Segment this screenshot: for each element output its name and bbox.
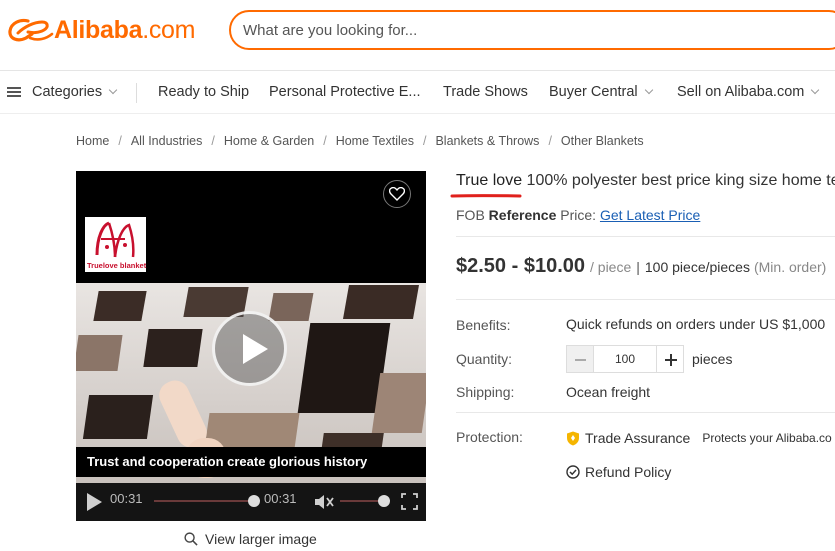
- divider: [456, 236, 835, 237]
- divider: [456, 412, 835, 413]
- fob-reference: Reference: [488, 207, 557, 223]
- trade-assurance-note: Protects your Alibaba.co: [702, 431, 832, 445]
- chevron-down-icon: [644, 85, 653, 95]
- favorite-button[interactable]: [383, 180, 411, 208]
- alibaba-logo-icon: [8, 18, 54, 41]
- main-nav: Categories Ready to Ship Personal Protec…: [0, 70, 835, 114]
- nav-sell-on-alibaba-label: Sell on Alibaba.com: [677, 84, 805, 100]
- breadcrumb-separator: /: [323, 134, 327, 148]
- progress-handle[interactable]: [248, 495, 260, 507]
- trade-assurance-shield-icon: [567, 431, 579, 445]
- price-range: $2.50 - $10.00: [456, 255, 585, 277]
- product-title-text: 100% polyester best price king size home…: [522, 172, 835, 189]
- nav-personal-protective-label: Personal Protective E...: [269, 84, 421, 100]
- decrease-quantity-button[interactable]: [566, 345, 594, 373]
- breadcrumb-item[interactable]: Home & Garden: [224, 134, 314, 148]
- shipping-value: Ocean freight: [566, 384, 651, 400]
- search-input[interactable]: [243, 19, 803, 41]
- check-circle-icon: [566, 465, 580, 479]
- price-row: $2.50 - $10.00 / piece | 100 piece/piece…: [456, 255, 826, 278]
- breadcrumb-item[interactable]: Other Blankets: [561, 134, 644, 148]
- quantity-label: Quantity:: [456, 351, 513, 367]
- protection-label: Protection:: [456, 429, 523, 445]
- nav-trade-shows[interactable]: Trade Shows: [443, 84, 528, 100]
- play-button[interactable]: [212, 311, 287, 386]
- magnifier-icon: [184, 532, 198, 546]
- nav-divider: [136, 83, 137, 103]
- min-order-note: (Min. order): [753, 259, 827, 275]
- breadcrumb-separator: /: [548, 134, 552, 148]
- fob-prefix: FOB: [456, 207, 489, 223]
- quantity-input[interactable]: [594, 345, 656, 373]
- price-unit: / piece: [590, 259, 632, 275]
- nav-personal-protective[interactable]: Personal Protective E...: [269, 84, 421, 100]
- trade-assurance[interactable]: Trade Assurance Protects your Alibaba.co: [566, 430, 832, 446]
- breadcrumb: Home / All Industries / Home & Garden / Hom…: [76, 134, 644, 148]
- breadcrumb-separator: /: [422, 134, 427, 148]
- nav-trade-shows-label: Trade Shows: [443, 84, 528, 100]
- video-controls: 00:31 00:31: [76, 483, 426, 521]
- list-menu-icon: [7, 87, 21, 97]
- logo-suffix-text: .com: [142, 16, 196, 44]
- breadcrumb-item[interactable]: Home: [76, 134, 109, 148]
- logo-brand-text: Alibaba: [54, 16, 143, 44]
- benefits-value: Quick refunds on orders under US $1,000: [566, 316, 826, 332]
- nav-ready-to-ship-label: Ready to Ship: [158, 84, 250, 100]
- product-video-player[interactable]: Truelove blanket Trust and cooperation c…: [76, 171, 426, 521]
- breadcrumb-separator: /: [118, 134, 122, 148]
- video-caption: Trust and cooperation create glorious hi…: [76, 447, 426, 477]
- total-time: 00:31: [264, 491, 297, 506]
- minus-icon: [575, 359, 586, 361]
- truelove-brand-logo: Truelove blanket: [85, 217, 146, 272]
- quantity-unit: pieces: [692, 351, 733, 367]
- chevron-down-icon: [811, 85, 820, 95]
- header: Alibaba.com: [0, 0, 835, 62]
- play-icon: [243, 334, 268, 364]
- benefits-label: Benefits:: [456, 317, 511, 333]
- progress-track[interactable]: [154, 500, 254, 502]
- nav-buyer-central[interactable]: Buyer Central: [549, 84, 653, 100]
- product-title: True love 100% polyester best price king…: [456, 172, 835, 190]
- logo-wordmark: Alibaba.com: [54, 16, 195, 45]
- breadcrumb-item[interactable]: All Industries: [131, 134, 203, 148]
- divider: [456, 299, 835, 300]
- breadcrumb-separator: /: [211, 134, 215, 148]
- breadcrumb-item[interactable]: Home Textiles: [336, 134, 414, 148]
- shipping-label: Shipping:: [456, 384, 515, 400]
- red-underline-annotation: [450, 194, 522, 198]
- refund-policy[interactable]: Refund Policy: [566, 464, 671, 480]
- nav-sell-on-alibaba[interactable]: Sell on Alibaba.com: [677, 84, 820, 100]
- refund-policy-label: Refund Policy: [585, 464, 672, 480]
- chevron-down-icon: [108, 85, 118, 95]
- breadcrumb-item[interactable]: Blankets & Throws: [435, 134, 539, 148]
- heart-icon: [389, 187, 405, 201]
- fob-price-line: FOB Reference Price: Get Latest Price: [456, 207, 700, 223]
- nav-ready-to-ship[interactable]: Ready to Ship: [158, 84, 249, 100]
- current-time: 00:31: [110, 491, 143, 506]
- quantity-stepper: [566, 345, 684, 373]
- nav-categories[interactable]: Categories: [7, 84, 118, 100]
- trade-assurance-label: Trade Assurance: [585, 430, 691, 446]
- search-box[interactable]: [229, 10, 835, 50]
- fullscreen-icon[interactable]: [401, 493, 418, 510]
- play-control-icon[interactable]: [85, 492, 103, 512]
- product-title-brand: True love: [456, 172, 523, 189]
- volume-handle[interactable]: [378, 495, 390, 507]
- view-larger-image-link[interactable]: View larger image: [184, 531, 317, 547]
- mute-icon[interactable]: [313, 492, 335, 512]
- fob-suffix: Price:: [556, 207, 600, 223]
- brand-logo-text: Truelove blanket: [87, 261, 147, 270]
- view-larger-label: View larger image: [205, 531, 317, 547]
- nav-buyer-central-label: Buyer Central: [549, 84, 638, 100]
- price-separator: |: [636, 259, 640, 275]
- min-order-quantity: 100 piece/pieces: [644, 259, 750, 275]
- nav-categories-label: Categories: [32, 84, 103, 100]
- get-latest-price-link[interactable]: Get Latest Price: [600, 207, 700, 223]
- alibaba-logo[interactable]: Alibaba.com: [8, 16, 195, 45]
- increase-quantity-button[interactable]: [656, 345, 684, 373]
- plus-icon-vertical: [670, 354, 672, 366]
